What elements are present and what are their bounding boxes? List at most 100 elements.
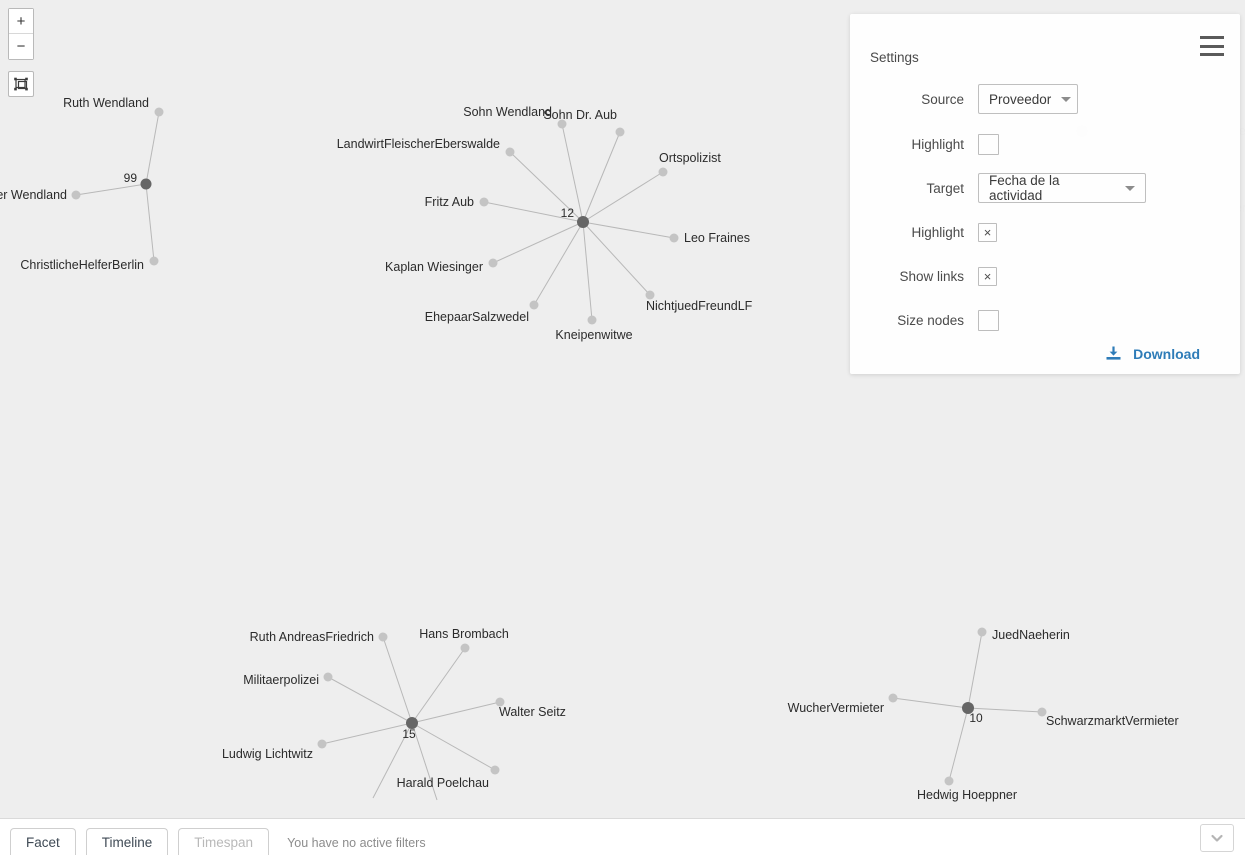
timespan-tab: Timespan <box>178 828 270 855</box>
network-graph-app: Ruth Wendland er Wendland ChristlicheHelfe… <box>0 0 1245 855</box>
zoom-in-button[interactable]: + <box>9 9 33 34</box>
graph-node[interactable] <box>490 765 500 775</box>
bottom-toolbar: Facet Timeline Timespan You have no acti… <box>0 818 1245 855</box>
graph-node-label: Sohn Wendland <box>463 105 552 119</box>
facet-tab[interactable]: Facet <box>10 828 76 855</box>
graph-node[interactable] <box>323 672 333 682</box>
hamburger-menu-button[interactable] <box>1200 36 1224 56</box>
target-label: Target <box>926 180 964 196</box>
graph-node-label: er Wendland <box>0 188 67 202</box>
graph-node[interactable] <box>71 190 81 200</box>
timeline-tab[interactable]: Timeline <box>85 828 169 855</box>
graph-node-label: Harald Poelchau <box>397 776 489 790</box>
graph-node[interactable] <box>460 643 470 653</box>
target-highlight-row: Highlight × <box>850 217 1240 247</box>
source-select[interactable]: Proveedor <box>978 84 1078 114</box>
graph-node-label: Walter Seitz <box>499 705 566 719</box>
target-highlight-label: Highlight <box>911 224 964 240</box>
source-highlight-label: Highlight <box>911 136 964 152</box>
graph-node-label: ChristlicheHelferBerlin <box>20 258 144 272</box>
size-nodes-row: Size nodes <box>850 305 1240 335</box>
graph-node-label: Kaplan Wiesinger <box>385 260 483 274</box>
size-nodes-label: Size nodes <box>897 312 964 328</box>
graph-node-label: Ortspolizist <box>659 151 721 165</box>
graph-node[interactable] <box>944 776 954 786</box>
graph-node-label: SchwarzmarktVermieter <box>1046 714 1179 728</box>
graph-edge <box>533 221 584 306</box>
download-label: Download <box>1133 345 1200 362</box>
show-links-row: Show links × <box>850 261 1240 291</box>
target-select[interactable]: Fecha de la actividad <box>978 173 1146 203</box>
graph-node[interactable] <box>669 233 679 243</box>
graph-hub-node[interactable] <box>577 216 589 228</box>
graph-edge <box>492 221 584 264</box>
graph-node[interactable] <box>587 315 597 325</box>
graph-node-label: Ruth Wendland <box>63 96 149 110</box>
collapse-panel-button[interactable] <box>1200 824 1234 852</box>
chevron-down-icon <box>1061 96 1072 102</box>
zoom-out-button[interactable]: − <box>9 34 33 59</box>
graph-node[interactable] <box>479 197 489 207</box>
graph-edge <box>948 707 969 782</box>
graph-node[interactable] <box>888 693 898 703</box>
graph-edge <box>321 722 413 745</box>
download-button[interactable]: Download <box>1105 345 1200 362</box>
graph-node-label: EhepaarSalzwedel <box>425 310 529 324</box>
graph-node-label: Sohn Dr. Aub <box>543 108 617 122</box>
chevron-down-icon <box>1211 834 1223 842</box>
hamburger-icon-bar-2 <box>1200 44 1224 48</box>
graph-edge <box>327 676 413 724</box>
graph-node[interactable] <box>154 107 164 117</box>
graph-edge <box>145 183 155 262</box>
fit-to-screen-icon <box>14 77 28 91</box>
filter-status-text: You have no active filters <box>287 836 426 850</box>
graph-node-label: Ruth AndreasFriedrich <box>250 630 374 644</box>
show-links-checkbox[interactable]: × <box>978 266 997 286</box>
graph-node[interactable] <box>505 147 515 157</box>
settings-title: Settings <box>870 50 919 65</box>
graph-node-label: Leo Fraines <box>684 231 750 245</box>
download-icon <box>1106 346 1121 360</box>
graph-edge <box>582 221 651 296</box>
graph-node[interactable] <box>977 627 987 637</box>
target-highlight-checkbox[interactable]: × <box>978 222 997 242</box>
graph-node-label: WucherVermieter <box>788 701 884 715</box>
show-links-label: Show links <box>899 268 964 284</box>
graph-node[interactable] <box>378 632 388 642</box>
graph-edge <box>582 171 664 223</box>
zoom-controls: + − <box>8 8 34 60</box>
graph-node-label: Hans Brombach <box>419 627 509 641</box>
graph-node[interactable] <box>317 739 327 749</box>
graph-node-label: NichtjuedFreundLF <box>646 299 753 313</box>
graph-hub-label: 10 <box>969 711 983 725</box>
graph-node[interactable] <box>658 167 668 177</box>
graph-node[interactable] <box>529 300 539 310</box>
source-row: Source Proveedor <box>850 84 1240 114</box>
source-label: Source <box>921 91 964 107</box>
graph-edge <box>582 221 593 321</box>
graph-hub-node[interactable] <box>140 178 152 190</box>
graph-edge <box>582 221 675 239</box>
target-select-value: Fecha de la actividad <box>989 173 1060 203</box>
graph-hub-label: 99 <box>124 171 138 185</box>
size-nodes-checkbox[interactable] <box>978 309 999 331</box>
chevron-down-icon <box>1125 185 1135 191</box>
target-row: Target Fecha de la actividad <box>850 173 1240 203</box>
graph-edge <box>75 183 147 196</box>
settings-panel: Settings Source Proveedor Highlight Targ… <box>850 14 1240 374</box>
graph-edge <box>582 131 621 223</box>
graph-node-label: Ludwig Lichtwitz <box>222 747 313 761</box>
source-highlight-checkbox[interactable] <box>978 133 999 155</box>
graph-edge <box>382 636 413 724</box>
graph-node[interactable] <box>615 127 625 137</box>
graph-node-label: JuedNaeherin <box>992 628 1070 642</box>
graph-node-label: LandwirtFleischerEberswalde <box>337 137 500 151</box>
graph-node[interactable] <box>488 258 498 268</box>
source-select-value: Proveedor <box>989 91 1052 107</box>
hamburger-icon-bar-3 <box>1200 53 1224 56</box>
graph-node[interactable] <box>149 256 159 266</box>
graph-edge <box>145 111 160 185</box>
fit-to-screen-button[interactable] <box>8 71 34 97</box>
graph-edge <box>967 631 983 709</box>
graph-node-label: Militaerpolizei <box>243 673 319 687</box>
